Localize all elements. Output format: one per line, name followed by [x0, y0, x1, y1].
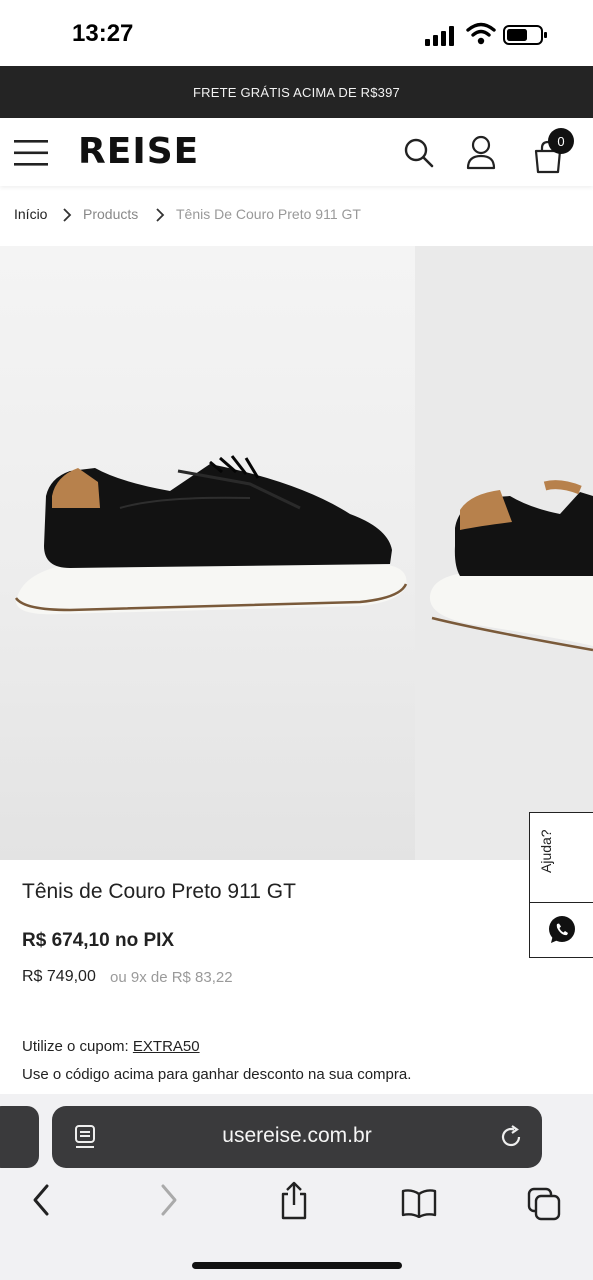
url-text: usereise.com.br: [222, 1124, 372, 1147]
help-button[interactable]: Ajuda?: [529, 812, 593, 904]
bookmarks-icon[interactable]: [400, 1188, 438, 1218]
whatsapp-icon: [549, 916, 575, 943]
brand-logo[interactable]: REISE: [78, 134, 199, 170]
user-icon[interactable]: [465, 135, 497, 171]
wifi-icon: [466, 22, 496, 45]
regular-price: R$ 749,00: [22, 968, 96, 985]
search-icon[interactable]: [403, 137, 435, 169]
coupon-code[interactable]: EXTRA50: [133, 1038, 200, 1055]
breadcrumb-home[interactable]: Início: [14, 206, 47, 222]
coupon-note: Use o código acima para ganhar desconto …: [22, 1066, 412, 1083]
promo-banner: FRETE GRÁTIS ACIMA DE R$397: [0, 66, 593, 118]
product-title: Tênis de Couro Preto 911 GT: [22, 880, 296, 903]
product-image-carousel[interactable]: [0, 246, 593, 860]
chevron-right-icon: [156, 208, 165, 222]
help-label: Ajuda?: [538, 829, 554, 873]
tabs-icon[interactable]: [526, 1186, 562, 1222]
pix-price: R$ 674,10 no PIX: [22, 930, 175, 951]
whatsapp-button[interactable]: [529, 902, 593, 958]
battery-icon: [503, 25, 547, 45]
signal-icon: [425, 26, 454, 46]
chevron-right-icon: [63, 208, 72, 222]
breadcrumb-current: Tênis De Couro Preto 911 GT: [176, 206, 361, 222]
coupon-line: Utilize o cupom: EXTRA50: [22, 1038, 200, 1055]
coupon-label: Utilize o cupom:: [22, 1038, 129, 1055]
product-photo: [0, 246, 593, 860]
share-icon[interactable]: [278, 1180, 310, 1220]
promo-text: FRETE GRÁTIS ACIMA DE R$397: [193, 84, 400, 100]
back-icon[interactable]: [30, 1182, 52, 1218]
cart-count-badge: 0: [548, 128, 574, 154]
installments-text: ou 9x de R$ 83,22: [110, 969, 233, 986]
menu-icon[interactable]: [14, 139, 48, 167]
reload-icon[interactable]: [498, 1124, 524, 1150]
previous-tab-preview[interactable]: [0, 1106, 39, 1168]
home-indicator: [192, 1262, 402, 1269]
status-time: 13:27: [72, 20, 134, 47]
breadcrumb-products[interactable]: Products: [83, 206, 138, 222]
forward-icon[interactable]: [158, 1182, 180, 1218]
